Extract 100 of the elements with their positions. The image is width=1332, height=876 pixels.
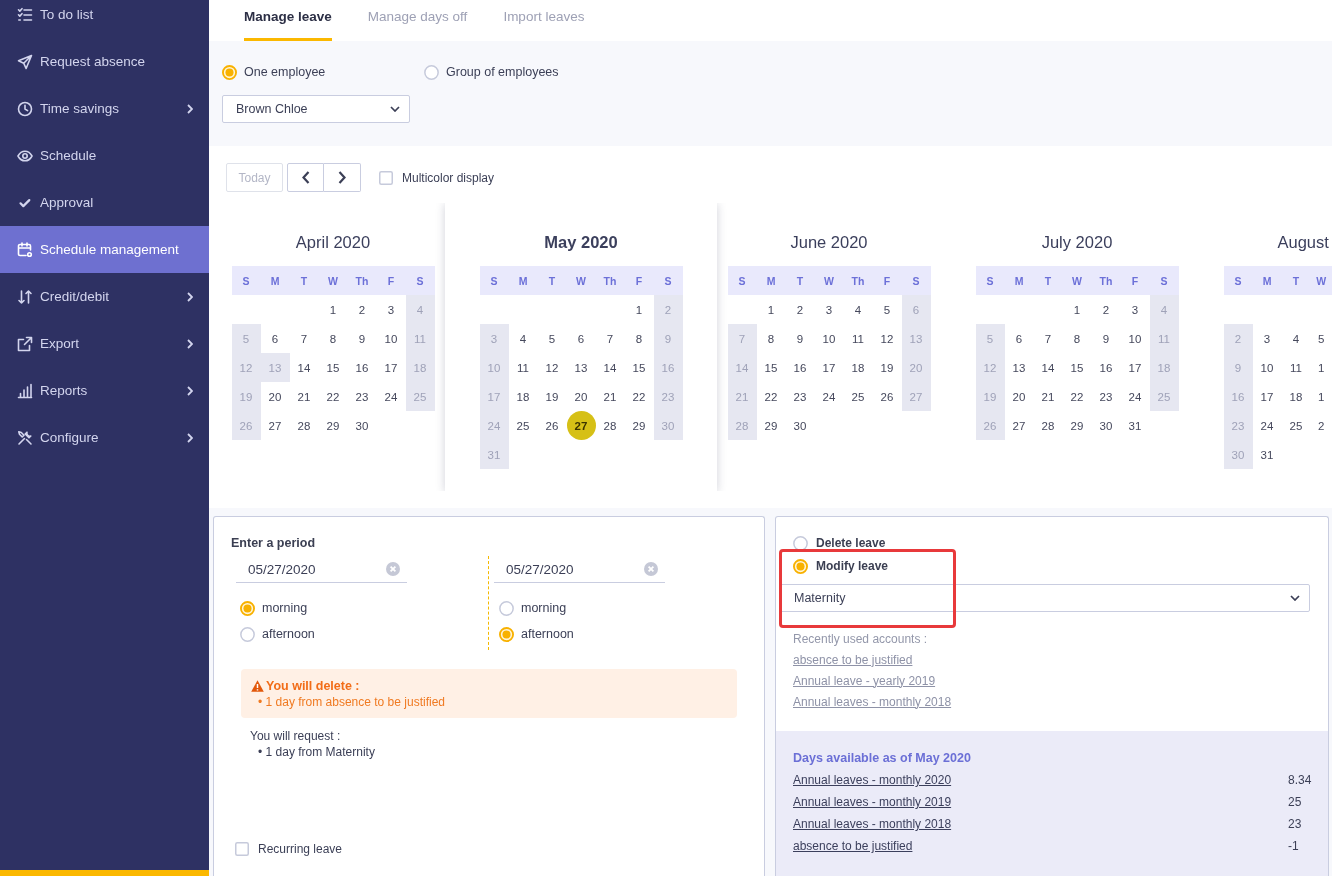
recurring-leave-checkbox[interactable]: Recurring leave bbox=[235, 842, 343, 856]
calendar-day[interactable]: 27 bbox=[1004, 411, 1034, 440]
calendar-day[interactable]: 31 bbox=[1120, 411, 1150, 440]
calendar-day[interactable]: 25 bbox=[843, 382, 873, 411]
calendar-day[interactable]: 3 bbox=[376, 295, 406, 324]
calendar-day[interactable]: 24 bbox=[814, 382, 844, 411]
calendar-day[interactable]: 1 bbox=[1310, 382, 1332, 411]
next-button[interactable] bbox=[324, 163, 361, 192]
calendar-day[interactable]: 27 bbox=[260, 411, 290, 440]
calendar-day[interactable]: 21 bbox=[595, 382, 625, 411]
sidebar-item[interactable]: Export bbox=[0, 320, 209, 367]
sidebar-item[interactable]: Reports bbox=[0, 367, 209, 414]
calendar-day[interactable]: 15 bbox=[318, 353, 348, 382]
calendar-day[interactable]: 22 bbox=[1062, 382, 1092, 411]
multicolor-checkbox[interactable]: Multicolor display bbox=[379, 170, 495, 185]
calendar-day[interactable]: 6 bbox=[260, 324, 290, 353]
calendar-day[interactable]: 24 bbox=[376, 382, 406, 411]
calendar-day[interactable]: 30 bbox=[347, 411, 377, 440]
date-field[interactable]: 05/27/2020 bbox=[236, 556, 407, 583]
calendar-day[interactable]: 1 bbox=[756, 295, 786, 324]
calendar-day[interactable]: 28 bbox=[289, 411, 319, 440]
calendar-day[interactable]: 19 bbox=[537, 382, 567, 411]
calendar-day[interactable]: 25 bbox=[1281, 411, 1311, 440]
leave-type-select[interactable]: Maternity bbox=[780, 584, 1310, 612]
calendar-day[interactable]: 29 bbox=[318, 411, 348, 440]
account-link[interactable]: absence to be justified bbox=[793, 839, 913, 853]
calendar-day[interactable]: 18 bbox=[1281, 382, 1311, 411]
sidebar-item[interactable]: Configure bbox=[0, 414, 209, 461]
calendar-day[interactable]: 16 bbox=[785, 353, 815, 382]
half-day-option[interactable]: afternoon bbox=[499, 621, 574, 647]
calendar-day[interactable]: 25 bbox=[508, 411, 538, 440]
calendar-day[interactable]: 5 bbox=[537, 324, 567, 353]
calendar-day[interactable]: 16 bbox=[1091, 353, 1121, 382]
calendar-day[interactable]: 22 bbox=[756, 382, 786, 411]
calendar-day[interactable]: 3 bbox=[814, 295, 844, 324]
calendar-day[interactable]: 6 bbox=[566, 324, 596, 353]
leave-action-option[interactable]: Modify leave bbox=[793, 558, 889, 574]
calendar-day[interactable]: 20 bbox=[1004, 382, 1034, 411]
calendar-day[interactable]: 15 bbox=[756, 353, 786, 382]
calendar-day[interactable]: 2 bbox=[1310, 411, 1332, 440]
half-day-option[interactable]: morning bbox=[240, 595, 308, 621]
employee-select[interactable]: Brown Chloe bbox=[222, 95, 410, 123]
calendar-day[interactable]: 24 bbox=[1120, 382, 1150, 411]
calendar-day[interactable]: 27 bbox=[566, 411, 596, 440]
calendar-day[interactable]: 1 bbox=[318, 295, 348, 324]
calendar-day[interactable]: 29 bbox=[756, 411, 786, 440]
calendar-day[interactable]: 5 bbox=[1310, 324, 1332, 353]
calendar-day[interactable]: 30 bbox=[785, 411, 815, 440]
calendar-day[interactable]: 28 bbox=[595, 411, 625, 440]
calendar-day[interactable]: 10 bbox=[814, 324, 844, 353]
calendar-day[interactable]: 10 bbox=[376, 324, 406, 353]
calendar-day[interactable]: 7 bbox=[1033, 324, 1063, 353]
calendar-day[interactable]: 31 bbox=[1252, 440, 1282, 469]
calendar-day[interactable]: 1 bbox=[624, 295, 654, 324]
calendar-day[interactable]: 8 bbox=[318, 324, 348, 353]
calendar-day[interactable]: 18 bbox=[843, 353, 873, 382]
calendar-day[interactable]: 11 bbox=[843, 324, 873, 353]
calendar-day[interactable]: 16 bbox=[347, 353, 377, 382]
calendar-day[interactable]: 19 bbox=[872, 353, 902, 382]
sidebar-item[interactable]: Credit/debit bbox=[0, 273, 209, 320]
calendar-day[interactable]: 21 bbox=[1033, 382, 1063, 411]
calendar-day[interactable]: 7 bbox=[289, 324, 319, 353]
calendar-day[interactable]: 4 bbox=[1281, 324, 1311, 353]
calendar-day[interactable]: 2 bbox=[1091, 295, 1121, 324]
calendar-day[interactable]: 17 bbox=[376, 353, 406, 382]
calendar-day[interactable]: 30 bbox=[1091, 411, 1121, 440]
previous-button[interactable] bbox=[287, 163, 324, 192]
calendar-day[interactable]: 12 bbox=[537, 353, 567, 382]
calendar-day[interactable]: 14 bbox=[1033, 353, 1063, 382]
calendar-day[interactable]: 7 bbox=[595, 324, 625, 353]
calendar-day[interactable]: 8 bbox=[756, 324, 786, 353]
leave-action-option[interactable]: Delete leave bbox=[793, 535, 886, 551]
calendar-day[interactable]: 24 bbox=[1252, 411, 1282, 440]
calendar-day[interactable]: 9 bbox=[347, 324, 377, 353]
half-day-option[interactable]: afternoon bbox=[240, 621, 315, 647]
calendar-day[interactable]: 8 bbox=[624, 324, 654, 353]
sidebar-item[interactable]: Schedule bbox=[0, 132, 209, 179]
calendar-day[interactable]: 4 bbox=[843, 295, 873, 324]
calendar-day[interactable]: 20 bbox=[260, 382, 290, 411]
calendar-day[interactable]: 29 bbox=[624, 411, 654, 440]
calendar-day[interactable]: 20 bbox=[566, 382, 596, 411]
sidebar-item[interactable]: Approval bbox=[0, 179, 209, 226]
date-field[interactable]: 05/27/2020 bbox=[494, 556, 665, 583]
calendar-day[interactable]: 2 bbox=[785, 295, 815, 324]
account-link[interactable]: Annual leaves - monthly 2019 bbox=[793, 795, 952, 809]
calendar-day[interactable]: 23 bbox=[1091, 382, 1121, 411]
calendar-day[interactable]: 26 bbox=[872, 382, 902, 411]
calendar-day[interactable]: 6 bbox=[1004, 324, 1034, 353]
calendar-day[interactable]: 28 bbox=[1033, 411, 1063, 440]
calendar-day[interactable]: 9 bbox=[1091, 324, 1121, 353]
employee-scope-option[interactable]: Group of employees bbox=[424, 64, 626, 80]
calendar-day[interactable]: 11 bbox=[1281, 353, 1311, 382]
calendar-day[interactable]: 22 bbox=[318, 382, 348, 411]
calendar-day[interactable]: 5 bbox=[872, 295, 902, 324]
calendar-day[interactable]: 10 bbox=[1252, 353, 1282, 382]
account-link[interactable]: Annual leaves - monthly 2018 bbox=[793, 817, 952, 831]
calendar-day[interactable]: 11 bbox=[508, 353, 538, 382]
calendar-day[interactable]: 13 bbox=[566, 353, 596, 382]
calendar-day[interactable]: 15 bbox=[1062, 353, 1092, 382]
calendar-day[interactable]: 29 bbox=[1062, 411, 1092, 440]
